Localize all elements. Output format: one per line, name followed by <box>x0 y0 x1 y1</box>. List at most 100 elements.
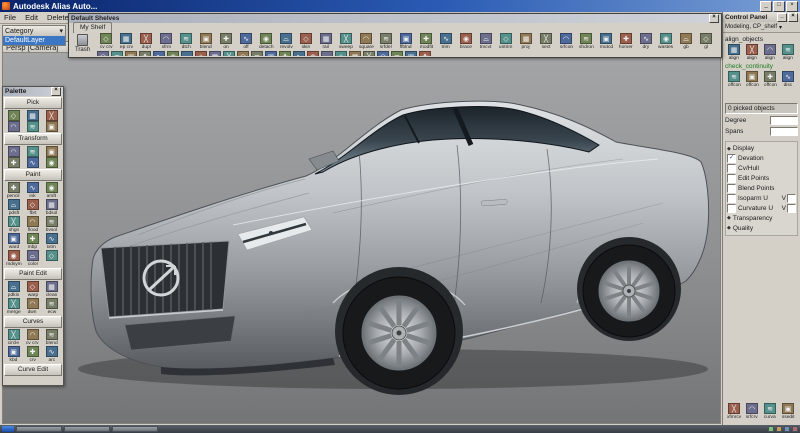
palette-section-paint-edit[interactable]: Paint Edit <box>4 268 62 280</box>
shelf-trash[interactable]: Trash <box>71 34 94 53</box>
shelf-tab-my-shelf[interactable]: My Shelf <box>73 22 112 33</box>
menu-file[interactable]: File <box>4 13 16 22</box>
tool-icon-18[interactable]: ◉ <box>306 51 320 56</box>
tool-tmcvt[interactable]: ⌓tmcvt <box>476 33 496 50</box>
maximize-button[interactable]: □ <box>773 1 785 12</box>
checkbox-devation[interactable]: ✓ <box>727 154 736 163</box>
tool-ward[interactable]: ▣ward <box>4 233 23 250</box>
checkbox-curvature-u[interactable] <box>727 204 736 213</box>
tool-icon-6[interactable]: ✚ <box>138 51 152 56</box>
tool-icon-25[interactable]: ▣ <box>404 51 418 56</box>
tool-warp[interactable]: ◇warp <box>23 281 42 298</box>
tool-sweep[interactable]: ╳sweep <box>336 33 356 50</box>
tool-blend[interactable]: ≋blend <box>42 329 61 346</box>
spans-input[interactable] <box>770 127 798 136</box>
tool-cv-crv[interactable]: ◠cv crv <box>23 329 42 346</box>
tool-align[interactable]: ▦align <box>725 44 743 61</box>
tool-offcon[interactable]: ✚offcon <box>761 71 779 88</box>
tool-align[interactable]: ≋align <box>779 44 797 61</box>
tool-clean[interactable]: ▦clean <box>42 281 61 298</box>
layer-item-selected[interactable]: DefaultLayer <box>3 36 65 45</box>
rear-wheel[interactable] <box>577 237 681 341</box>
tray-icon[interactable] <box>776 426 782 432</box>
tool-icon-20[interactable]: ◇ <box>42 250 61 267</box>
menu-delete[interactable]: Delete <box>47 13 69 22</box>
tool-icon-19[interactable]: ⌓ <box>320 51 334 56</box>
tool-icon-4[interactable]: ≋ <box>23 121 42 132</box>
tool-proj[interactable]: ▦proj <box>516 33 536 50</box>
checkbox-edit-points[interactable] <box>727 174 736 183</box>
tool-mbp[interactable]: ✚mbp <box>23 233 42 250</box>
tool-pdkin[interactable]: ⌓pdkin <box>4 281 23 298</box>
tool-dtch[interactable]: ≋dtch <box>176 33 196 50</box>
tool-disc[interactable]: ∿disc <box>779 71 797 88</box>
tool-icon-7[interactable]: ∿ <box>152 51 166 56</box>
tool-icon-2[interactable]: ╳ <box>42 110 61 121</box>
tool-icon-7[interactable]: ∿ <box>23 157 42 168</box>
tool-icon-9[interactable]: ⌓ <box>180 51 194 56</box>
grille[interactable] <box>101 241 229 317</box>
palette-section-curves[interactable]: Curves <box>4 316 62 328</box>
tool-mdsym[interactable]: ◉mdsym <box>4 250 23 267</box>
taskbar-item[interactable] <box>16 426 62 432</box>
tool-icon-4[interactable]: ≋ <box>23 146 42 157</box>
tool-revolv[interactable]: ⌓revolv <box>276 33 296 50</box>
tool-off[interactable]: ∿off <box>236 33 256 50</box>
tool-detach[interactable]: ◉detach <box>256 33 276 50</box>
tool-icon-5[interactable]: ▣ <box>124 51 138 56</box>
menu-edit[interactable]: Edit <box>25 13 38 22</box>
tool-ink[interactable]: ∿ink <box>23 182 42 199</box>
tool-gb[interactable]: ⌓gb <box>676 33 696 50</box>
checkbox-isoparm-u[interactable] <box>727 194 736 203</box>
tool-curva[interactable]: ≋curva <box>761 403 779 420</box>
tool-offcon[interactable]: ≋offcon <box>725 71 743 88</box>
palette-section-curve-edit[interactable]: Curve Edit <box>4 364 62 376</box>
tool-icon-0[interactable]: ◇ <box>4 110 23 121</box>
tool-circle[interactable]: ╳circle <box>4 329 23 346</box>
tool-mutcd[interactable]: ▣mutcd <box>596 33 616 50</box>
minimize-icon[interactable]: _ <box>777 13 787 22</box>
tool-bdsol[interactable]: ▦bdsol <box>42 199 61 216</box>
tool-dry[interactable]: ∿dry <box>636 33 656 50</box>
tool-gl[interactable]: ◇gl <box>696 33 716 50</box>
tool-on[interactable]: ✚on <box>216 33 236 50</box>
tool-icon-13[interactable]: ◠ <box>236 51 250 56</box>
tool-arsft[interactable]: ◉arsft <box>42 182 61 199</box>
checkbox-blend-points[interactable] <box>727 184 736 193</box>
tool-icon-14[interactable]: ≋ <box>250 51 264 56</box>
tool-icon-26[interactable]: ✚ <box>418 51 432 56</box>
checkbox-isoparm-u-v[interactable] <box>787 194 796 203</box>
tool-icon-1[interactable]: ▦ <box>23 110 42 121</box>
tool-arc[interactable]: ∿arc <box>42 346 61 363</box>
tool-align[interactable]: ╳align <box>743 44 761 61</box>
shelf-titlebar[interactable]: Default Shelves × <box>69 14 721 23</box>
tool-modfit[interactable]: ✚modfit <box>416 33 436 50</box>
tool-icon-6[interactable]: ✚ <box>4 157 23 168</box>
tool-cv-crv[interactable]: ◇cv crv <box>96 33 116 50</box>
tool-shdron[interactable]: ≋shdron <box>576 33 596 50</box>
tool-fbrt[interactable]: ◇fbrt <box>23 199 42 216</box>
control-panel-titlebar[interactable]: Control Panel _ × <box>723 12 800 22</box>
tool-wastes[interactable]: ◉wastes <box>656 33 676 50</box>
tool-color[interactable]: ⌓color <box>23 250 42 267</box>
tool-align[interactable]: ◠align <box>761 44 779 61</box>
tool-icon-15[interactable]: ▣ <box>264 51 278 56</box>
tool-ffblnd[interactable]: ▣ffblnd <box>396 33 416 50</box>
tool-icon-4[interactable]: ≋ <box>110 51 124 56</box>
tool-untrim[interactable]: ◇untrim <box>496 33 516 50</box>
tool-icon-21[interactable]: ▦ <box>348 51 362 56</box>
tool-pencil[interactable]: ✚pencil <box>4 182 23 199</box>
tool-txtm[interactable]: ∿txtm <box>42 233 61 250</box>
tool-icon-8[interactable]: ◉ <box>166 51 180 56</box>
taskbar-item[interactable] <box>64 426 110 432</box>
tool-dupl[interactable]: ╳dupl <box>136 33 156 50</box>
tool-icon-3[interactable]: ◠ <box>96 51 110 56</box>
tool-bvsol[interactable]: ≋bvsol <box>42 216 61 233</box>
tray-icon[interactable] <box>784 426 790 432</box>
tool-offcon[interactable]: ▣offcon <box>743 71 761 88</box>
tool-srfcrv[interactable]: ◠srfcrv <box>743 403 761 420</box>
tool-icon-11[interactable]: ▦ <box>208 51 222 56</box>
tray-icon[interactable] <box>768 426 774 432</box>
palette-titlebar[interactable]: Palette × <box>3 87 63 96</box>
palette-section-pick[interactable]: Pick <box>4 97 62 109</box>
